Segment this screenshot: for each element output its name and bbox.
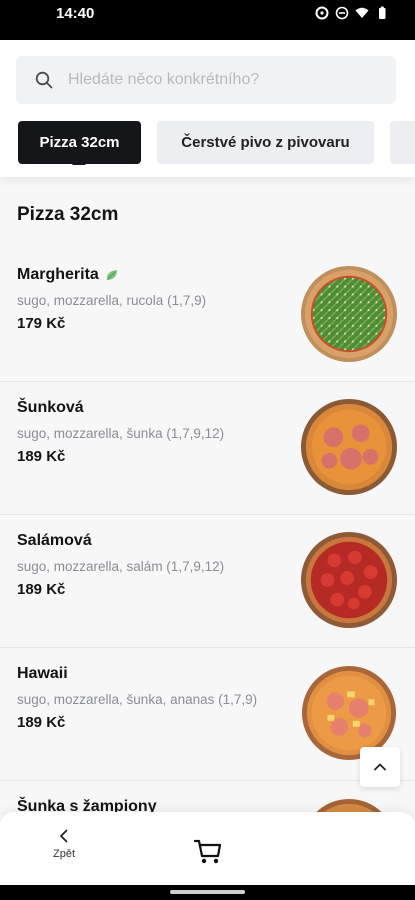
wifi-icon [355, 7, 369, 18]
scroll-to-top-button[interactable] [360, 747, 400, 787]
tab-pizza-32cm[interactable]: Pizza 32cm [18, 121, 141, 165]
battery-icon [379, 6, 386, 19]
menu-items: Margherita sugo, mozzarella, rucola (1,7… [0, 249, 415, 885]
search-input[interactable] [68, 56, 388, 104]
section-title: Pizza 32cm [17, 204, 119, 225]
category-tabs: Pizza 32cm Čerstvé pivo z pivovaru [18, 121, 415, 165]
item-description: sugo, mozzarella, šunka, ananas (1,7,9) [17, 692, 258, 707]
menu-item-sunkova[interactable]: Šunková sugo, mozzarella, šunka (1,7,9,1… [0, 382, 415, 515]
back-button[interactable]: Zpět [44, 828, 84, 860]
item-price: 179 Kč [17, 315, 66, 332]
back-label: Zpět [52, 848, 75, 860]
item-price: 189 Kč [17, 448, 66, 465]
pizza-image [300, 531, 398, 629]
item-name: Salámová [17, 532, 92, 549]
item-name: Hawaii [17, 665, 68, 682]
item-description: sugo, mozzarella, salám (1,7,9,12) [17, 559, 225, 574]
item-price: 189 Kč [17, 714, 66, 731]
tab-cerstve-pivo[interactable]: Čerstvé pivo z pivovaru [157, 121, 374, 164]
item-description: sugo, mozzarella, šunka (1,7,9,12) [17, 426, 225, 441]
cart-icon[interactable] [193, 836, 223, 866]
status-icons [315, 6, 389, 20]
item-description: sugo, mozzarella, rucola (1,7,9) [17, 293, 207, 308]
menu-item-margherita[interactable]: Margherita sugo, mozzarella, rucola (1,7… [0, 249, 415, 382]
top-bar: Pizza 32cm Čerstvé pivo z pivovaru [0, 40, 415, 177]
item-name: Šunková [17, 399, 84, 416]
data-saver-icon [315, 6, 329, 20]
chevron-up-icon [374, 763, 386, 771]
search-box[interactable] [16, 56, 396, 104]
dnd-icon [335, 6, 349, 20]
bottom-bar: Zpět [0, 812, 415, 885]
pizza-image [300, 265, 398, 363]
item-name: Margherita [17, 266, 99, 283]
status-time: 14:40 [56, 5, 95, 22]
leaf-icon [106, 270, 117, 280]
status-bar: 14:40 [0, 0, 415, 27]
home-handle[interactable] [170, 890, 245, 894]
system-nav-bar [0, 885, 415, 900]
pizza-image [300, 398, 398, 496]
tab-more-partial[interactable] [390, 121, 415, 164]
item-price: 189 Kč [17, 581, 66, 598]
menu-item-hawaii[interactable]: Hawaii sugo, mozzarella, šunka, ananas (… [0, 648, 415, 781]
chevron-left-icon [60, 829, 68, 843]
app-screen: Pizza 32cm Čerstvé pivo z pivovaru Pizza… [0, 40, 415, 885]
menu-item-salamova[interactable]: Salámová sugo, mozzarella, salám (1,7,9,… [0, 515, 415, 648]
search-icon [35, 71, 53, 89]
